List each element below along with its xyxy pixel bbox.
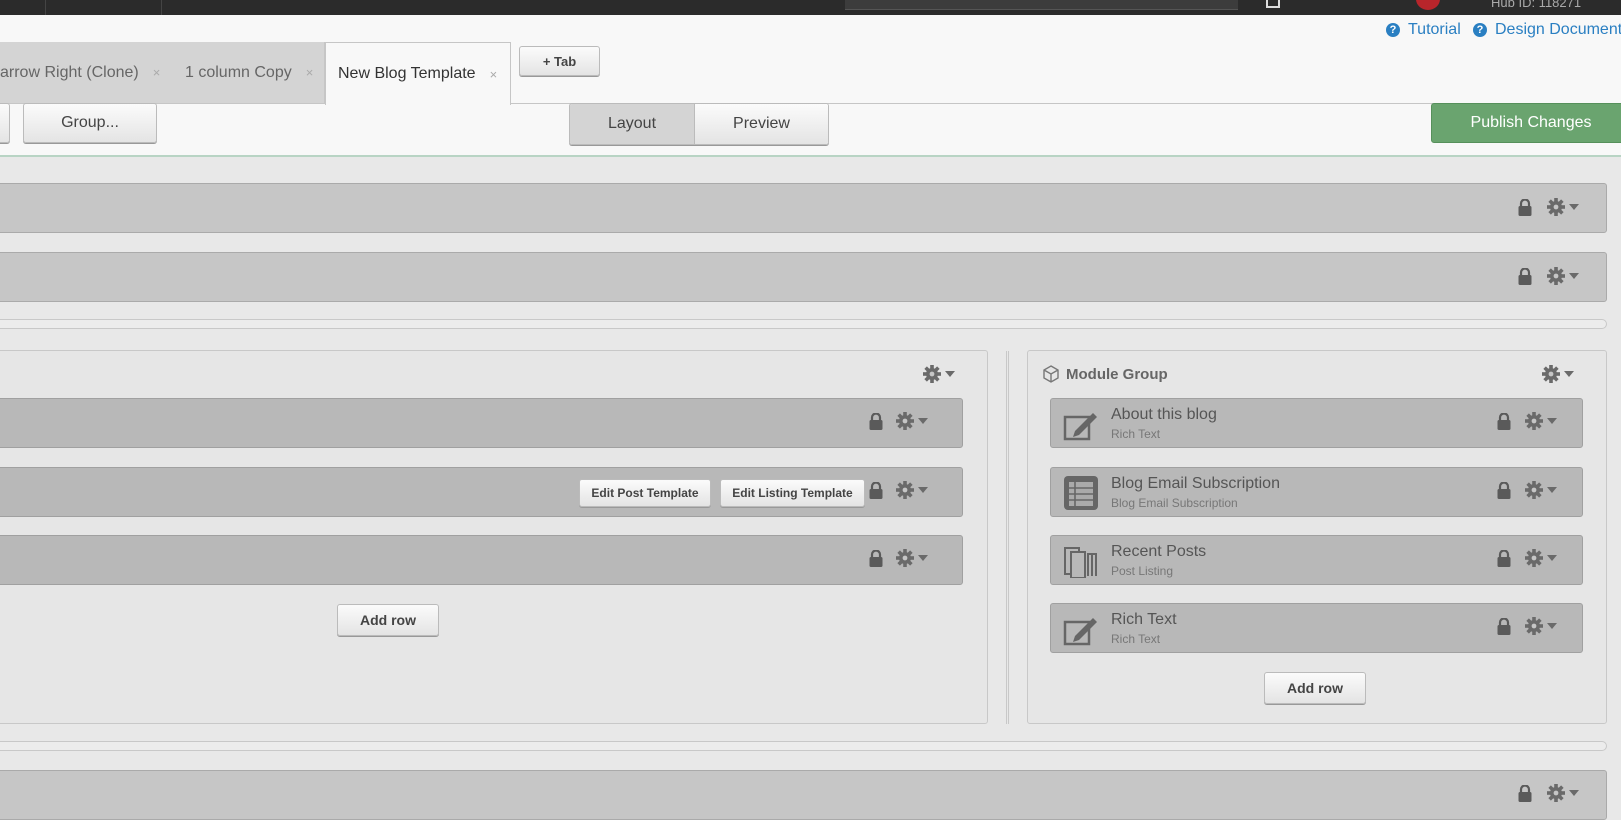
- lock-icon[interactable]: [869, 413, 883, 430]
- list-icon: [1063, 475, 1099, 511]
- hub-id: Hub ID: 118271: [1491, 0, 1582, 10]
- module-title: About this blog: [1111, 406, 1217, 423]
- tab-label: New Blog Template: [338, 65, 476, 82]
- lock-icon[interactable]: [1497, 618, 1511, 635]
- group-button[interactable]: Group...: [23, 103, 157, 143]
- edit-icon: [1063, 614, 1099, 646]
- module-title: Blog Email Subscription: [1111, 475, 1280, 492]
- posts-icon: [1063, 546, 1099, 578]
- settings-gear-icon[interactable]: [1542, 364, 1576, 384]
- close-icon[interactable]: ×: [306, 65, 314, 80]
- add-row-button[interactable]: Add row: [337, 604, 439, 636]
- lock-icon[interactable]: [1497, 413, 1511, 430]
- avatar[interactable]: [1416, 0, 1440, 10]
- settings-gear-icon[interactable]: [1525, 548, 1559, 568]
- module-type: Blog Email Subscription: [1111, 496, 1238, 510]
- settings-gear-icon[interactable]: [1525, 616, 1559, 636]
- module-rich-text[interactable]: Rich Text Rich Text: [1050, 603, 1583, 653]
- module-group-header: Module Group: [1042, 365, 1168, 383]
- tab-label: arrow Right (Clone): [0, 63, 139, 81]
- tab-label: 1 column Copy: [185, 63, 292, 81]
- settings-gear-icon[interactable]: [1547, 266, 1581, 286]
- design-docs-link[interactable]: ? Design Documentation: [1473, 21, 1621, 39]
- lock-icon[interactable]: [869, 482, 883, 499]
- module-about-this-blog[interactable]: About this blog Rich Text: [1050, 398, 1583, 448]
- cube-icon: [1043, 365, 1059, 383]
- edit-icon: [1063, 409, 1099, 441]
- top-navbar: Hub ID: 118271: [0, 0, 1621, 15]
- view-toggle: Layout Preview: [569, 103, 829, 145]
- toolbar-button[interactable]: [0, 103, 10, 143]
- blog-content-module[interactable]: Edit Post Template Edit Listing Template: [0, 467, 963, 517]
- module-type: Rich Text: [1111, 427, 1161, 441]
- tab-arrow-right-clone[interactable]: arrow Right (Clone) ×: [0, 42, 175, 103]
- module-blog-email-subscription[interactable]: Blog Email Subscription Blog Email Subsc…: [1050, 467, 1583, 517]
- settings-gear-icon[interactable]: [1547, 783, 1581, 803]
- notifications-icon[interactable]: [1266, 0, 1280, 8]
- lock-icon[interactable]: [1518, 199, 1532, 216]
- settings-gear-icon[interactable]: [896, 548, 930, 568]
- design-docs-label: Design Documentation: [1495, 21, 1621, 38]
- add-tab-button[interactable]: + Tab: [519, 46, 600, 76]
- search-input[interactable]: [845, 0, 1238, 10]
- add-row-button[interactable]: Add row: [1264, 672, 1366, 704]
- settings-gear-icon[interactable]: [896, 480, 930, 500]
- module-group-title: Module Group: [1066, 365, 1168, 383]
- settings-gear-icon[interactable]: [896, 411, 930, 431]
- settings-gear-icon[interactable]: [1525, 411, 1559, 431]
- footer-row[interactable]: [0, 770, 1607, 820]
- module-title: Rich Text: [1111, 611, 1177, 628]
- settings-gear-icon[interactable]: [923, 364, 957, 384]
- row-divider: [0, 741, 1607, 751]
- column-divider: [1006, 351, 1009, 724]
- lock-icon[interactable]: [1518, 785, 1532, 802]
- lock-icon[interactable]: [1497, 482, 1511, 499]
- edit-listing-template-button[interactable]: Edit Listing Template: [720, 479, 865, 507]
- module-title: Recent Posts: [1111, 543, 1207, 560]
- main-module[interactable]: [0, 398, 963, 448]
- lock-icon[interactable]: [1518, 268, 1532, 285]
- main-module[interactable]: [0, 535, 963, 585]
- header-row[interactable]: [0, 183, 1607, 233]
- settings-gear-icon[interactable]: [1525, 480, 1559, 500]
- tab-1-column-copy[interactable]: 1 column Copy ×: [173, 42, 325, 103]
- module-type: Post Listing: [1111, 564, 1174, 578]
- tutorial-label: Tutorial: [1408, 21, 1461, 38]
- nav-divider: [45, 0, 46, 15]
- nav-row[interactable]: [0, 252, 1607, 302]
- publish-changes-button[interactable]: Publish Changes: [1431, 103, 1621, 143]
- help-icon: ?: [1386, 23, 1400, 37]
- layout-toggle[interactable]: Layout: [570, 104, 695, 144]
- tutorial-link[interactable]: ? Tutorial: [1386, 21, 1461, 39]
- settings-gear-icon[interactable]: [1547, 197, 1581, 217]
- edit-post-template-button[interactable]: Edit Post Template: [579, 479, 711, 507]
- nav-divider: [161, 0, 162, 15]
- module-recent-posts[interactable]: Recent Posts Post Listing: [1050, 535, 1583, 585]
- close-icon[interactable]: ×: [490, 67, 498, 82]
- module-type: Rich Text: [1111, 632, 1161, 646]
- close-icon[interactable]: ×: [153, 65, 161, 80]
- lock-icon[interactable]: [869, 550, 883, 567]
- tab-new-blog-template[interactable]: New Blog Template ×: [325, 42, 511, 105]
- help-icon: ?: [1473, 23, 1487, 37]
- lock-icon[interactable]: [1497, 550, 1511, 567]
- preview-toggle[interactable]: Preview: [695, 104, 828, 144]
- row-divider: [0, 319, 1607, 329]
